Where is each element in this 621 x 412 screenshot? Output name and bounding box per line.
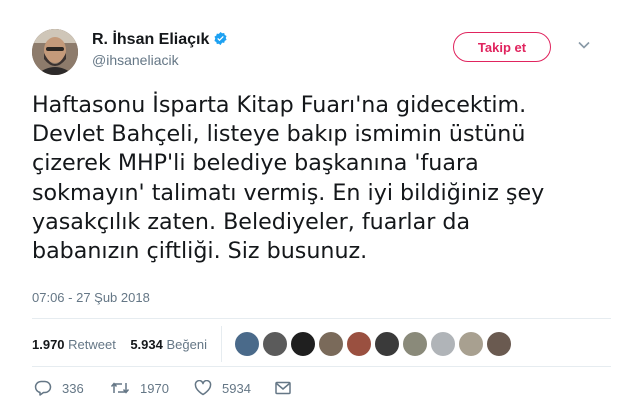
liker-avatar[interactable] — [430, 331, 456, 357]
like-label: Beğeni — [166, 337, 207, 352]
user-name-text[interactable]: R. İhsan Eliaçık — [92, 31, 209, 48]
tweet-timestamp[interactable]: 07:06 - 27 Şub 2018 — [32, 290, 150, 305]
retweet-action-count: 1970 — [140, 380, 169, 396]
retweet-count: 1.970 — [32, 337, 65, 352]
liker-avatar[interactable] — [234, 331, 260, 357]
user-handle[interactable]: @ihsaneliacik — [92, 52, 179, 68]
reply-action[interactable]: 336 — [34, 378, 84, 398]
liker-avatar[interactable] — [374, 331, 400, 357]
message-action[interactable] — [274, 378, 302, 398]
like-action[interactable]: 5934 — [194, 378, 251, 398]
retweet-action[interactable]: 1970 — [110, 378, 169, 398]
liker-avatar[interactable] — [486, 331, 512, 357]
liker-avatar[interactable] — [262, 331, 288, 357]
likes-stat[interactable]: 5.934 Beğeni — [130, 337, 207, 352]
engagement-stats: 1.970 Retweet 5.934 Beğeni — [32, 337, 207, 352]
stats-separator — [221, 326, 222, 362]
liker-avatar[interactable] — [458, 331, 484, 357]
retweet-label: Retweet — [68, 337, 116, 352]
reply-count: 336 — [62, 380, 84, 396]
message-icon — [275, 381, 291, 395]
tweet-text: Haftasonu İsparta Kitap Fuarı'na gidecek… — [32, 92, 545, 265]
liker-avatar[interactable] — [318, 331, 344, 357]
avatar[interactable] — [32, 29, 78, 75]
like-action-count: 5934 — [222, 380, 251, 396]
liker-avatar[interactable] — [290, 331, 316, 357]
divider — [32, 318, 611, 319]
chevron-down-icon[interactable] — [577, 38, 591, 52]
liker-avatar[interactable] — [402, 331, 428, 357]
verified-badge-icon — [214, 31, 227, 46]
divider — [32, 366, 611, 367]
liker-avatar[interactable] — [346, 331, 372, 357]
retweets-stat[interactable]: 1.970 Retweet — [32, 337, 116, 352]
retweet-icon — [110, 382, 130, 394]
like-count: 5.934 — [130, 337, 163, 352]
heart-icon — [194, 380, 212, 396]
reply-icon — [34, 380, 52, 396]
user-name[interactable]: R. İhsan Eliaçık — [92, 31, 228, 49]
follow-button[interactable]: Takip et — [453, 32, 551, 62]
